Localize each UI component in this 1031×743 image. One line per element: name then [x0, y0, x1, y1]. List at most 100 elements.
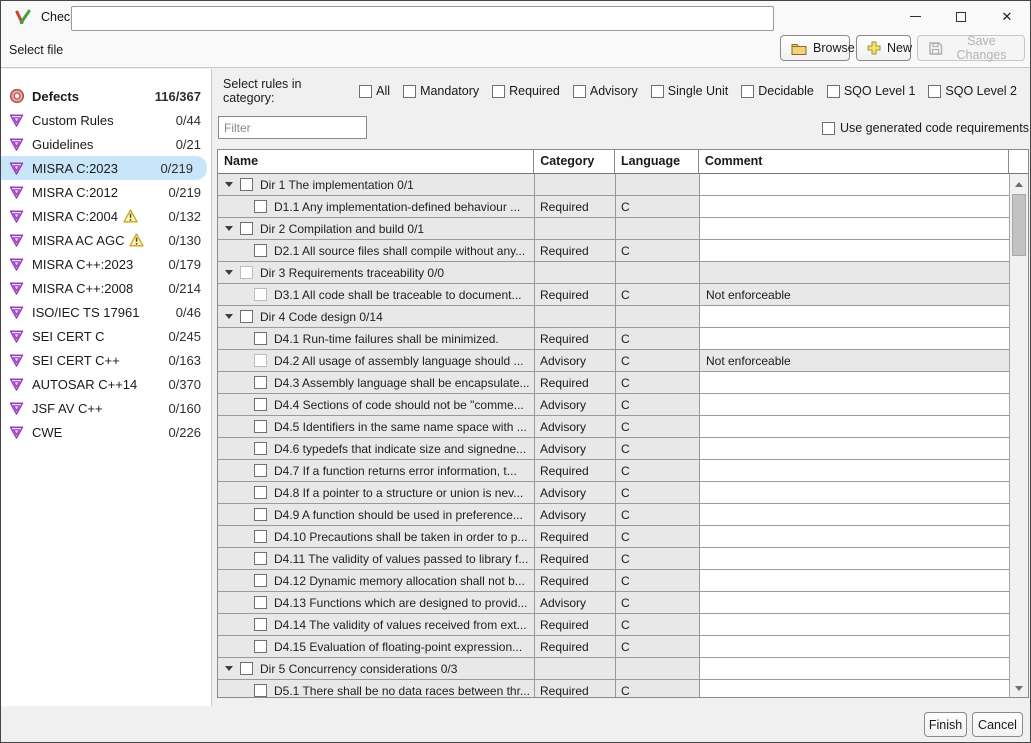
group-row[interactable]: Dir 2 Compilation and build 0/1 — [218, 218, 1010, 240]
rule-row[interactable]: D4.10 Precautions shall be taken in orde… — [218, 526, 1010, 548]
cancel-button[interactable]: Cancel — [972, 712, 1023, 737]
rule-row[interactable]: D4.8 If a pointer to a structure or unio… — [218, 482, 1010, 504]
collapse-arrow-icon[interactable] — [225, 182, 233, 187]
sidebar-item-misra-c-2023[interactable]: MISRA C++:20230/179 — [1, 252, 211, 276]
comment-cell[interactable] — [700, 262, 1010, 284]
category-option-single-unit[interactable]: Single Unit — [651, 84, 728, 98]
comment-cell[interactable] — [700, 372, 1010, 394]
row-checkbox[interactable] — [240, 662, 253, 675]
category-option-sqo-level-2[interactable]: SQO Level 2 — [928, 84, 1017, 98]
sidebar-item-misra-c-2012[interactable]: MISRA C:20120/219 — [1, 180, 211, 204]
scroll-down-button[interactable] — [1010, 680, 1028, 696]
rule-row[interactable]: D2.1 All source files shall compile with… — [218, 240, 1010, 262]
row-checkbox[interactable] — [254, 552, 267, 565]
minimize-button[interactable] — [892, 1, 938, 32]
rule-row[interactable]: D3.1 All code shall be traceable to docu… — [218, 284, 1010, 306]
row-checkbox[interactable] — [254, 376, 267, 389]
new-button[interactable]: New — [856, 35, 911, 61]
row-checkbox[interactable] — [254, 574, 267, 587]
rule-row[interactable]: D4.12 Dynamic memory allocation shall no… — [218, 570, 1010, 592]
rule-row[interactable]: D4.9 A function should be used in prefer… — [218, 504, 1010, 526]
row-checkbox[interactable] — [240, 310, 253, 323]
row-checkbox[interactable] — [254, 486, 267, 499]
comment-cell[interactable] — [700, 526, 1010, 548]
category-option-required[interactable]: Required — [492, 84, 560, 98]
sidebar-item-autosar-c-14[interactable]: AUTOSAR C++140/370 — [1, 372, 211, 396]
comment-cell[interactable] — [700, 460, 1010, 482]
sidebar-item-guidelines[interactable]: Guidelines0/21 — [1, 132, 211, 156]
generated-code-checkbox[interactable] — [822, 122, 835, 135]
comment-cell[interactable] — [700, 306, 1010, 328]
group-row[interactable]: Dir 1 The implementation 0/1 — [218, 174, 1010, 196]
category-option-sqo-level-1[interactable]: SQO Level 1 — [827, 84, 916, 98]
column-header-comment[interactable]: Comment — [699, 150, 1009, 173]
sidebar-item-misra-ac-agc[interactable]: MISRA AC AGC0/130 — [1, 228, 211, 252]
rule-row[interactable]: D5.1 There shall be no data races betwee… — [218, 680, 1010, 698]
row-checkbox[interactable] — [254, 420, 267, 433]
comment-cell[interactable] — [700, 174, 1010, 196]
scrollbar-thumb[interactable] — [1012, 194, 1026, 256]
row-checkbox[interactable] — [254, 596, 267, 609]
group-row[interactable]: Dir 5 Concurrency considerations 0/3 — [218, 658, 1010, 680]
column-header-language[interactable]: Language — [615, 150, 699, 173]
comment-cell[interactable] — [700, 570, 1010, 592]
close-button[interactable]: ✕ — [984, 1, 1030, 32]
sidebar-item-misra-c-2008[interactable]: MISRA C++:20080/214 — [1, 276, 211, 300]
row-checkbox[interactable] — [240, 178, 253, 191]
collapse-arrow-icon[interactable] — [225, 226, 233, 231]
row-checkbox[interactable] — [254, 200, 267, 213]
sidebar-item-defects[interactable]: Defects116/367 — [1, 84, 211, 108]
rule-row[interactable]: D4.5 Identifiers in the same name space … — [218, 416, 1010, 438]
comment-cell[interactable] — [700, 658, 1010, 680]
comment-cell[interactable] — [700, 482, 1010, 504]
category-checkbox[interactable] — [492, 85, 505, 98]
category-option-all[interactable]: All — [359, 84, 390, 98]
comment-cell[interactable] — [700, 614, 1010, 636]
comment-cell[interactable]: Not enforceable — [700, 350, 1010, 372]
row-checkbox[interactable] — [254, 464, 267, 477]
row-checkbox[interactable] — [254, 618, 267, 631]
category-option-mandatory[interactable]: Mandatory — [403, 84, 479, 98]
rule-row[interactable]: D4.13 Functions which are designed to pr… — [218, 592, 1010, 614]
sidebar-item-sei-cert-c[interactable]: SEI CERT C0/245 — [1, 324, 211, 348]
comment-cell[interactable] — [700, 218, 1010, 240]
sidebar-item-misra-c-2023[interactable]: MISRA C:20230/219 — [1, 156, 207, 180]
rule-row[interactable]: D4.3 Assembly language shall be encapsul… — [218, 372, 1010, 394]
comment-cell[interactable]: Not enforceable — [700, 284, 1010, 306]
comment-cell[interactable] — [700, 328, 1010, 350]
rule-row[interactable]: D4.2 All usage of assembly language shou… — [218, 350, 1010, 372]
row-checkbox[interactable] — [254, 332, 267, 345]
column-header-name[interactable]: Name — [218, 150, 534, 173]
comment-cell[interactable] — [700, 548, 1010, 570]
browse-button[interactable]: Browse — [780, 35, 850, 61]
category-option-advisory[interactable]: Advisory — [573, 84, 638, 98]
rule-row[interactable]: D4.15 Evaluation of floating-point expre… — [218, 636, 1010, 658]
collapse-arrow-icon[interactable] — [225, 314, 233, 319]
comment-cell[interactable] — [700, 438, 1010, 460]
comment-cell[interactable] — [700, 504, 1010, 526]
row-checkbox[interactable] — [254, 684, 267, 697]
comment-cell[interactable] — [700, 240, 1010, 262]
group-row[interactable]: Dir 4 Code design 0/14 — [218, 306, 1010, 328]
category-checkbox[interactable] — [359, 85, 372, 98]
category-checkbox[interactable] — [827, 85, 840, 98]
comment-cell[interactable] — [700, 592, 1010, 614]
sidebar-item-misra-c-2004[interactable]: MISRA C:20040/132 — [1, 204, 211, 228]
sidebar-item-sei-cert-c-[interactable]: SEI CERT C++0/163 — [1, 348, 211, 372]
collapse-arrow-icon[interactable] — [225, 666, 233, 671]
sidebar-item-iso-iec-ts-17961[interactable]: ISO/IEC TS 179610/46 — [1, 300, 211, 324]
rule-row[interactable]: D4.6 typedefs that indicate size and sig… — [218, 438, 1010, 460]
category-option-decidable[interactable]: Decidable — [741, 84, 814, 98]
row-checkbox[interactable] — [240, 222, 253, 235]
sidebar-item-custom-rules[interactable]: Custom Rules0/44 — [1, 108, 211, 132]
row-checkbox[interactable] — [254, 508, 267, 521]
group-row[interactable]: Dir 3 Requirements traceability 0/0 — [218, 262, 1010, 284]
rule-row[interactable]: D4.7 If a function returns error informa… — [218, 460, 1010, 482]
row-checkbox[interactable] — [240, 266, 253, 279]
row-checkbox[interactable] — [254, 354, 267, 367]
save-changes-button[interactable]: Save Changes — [917, 35, 1025, 61]
sidebar-item-cwe[interactable]: CWE0/226 — [1, 420, 211, 444]
rule-row[interactable]: D4.14 The validity of values received fr… — [218, 614, 1010, 636]
category-checkbox[interactable] — [403, 85, 416, 98]
comment-cell[interactable] — [700, 394, 1010, 416]
